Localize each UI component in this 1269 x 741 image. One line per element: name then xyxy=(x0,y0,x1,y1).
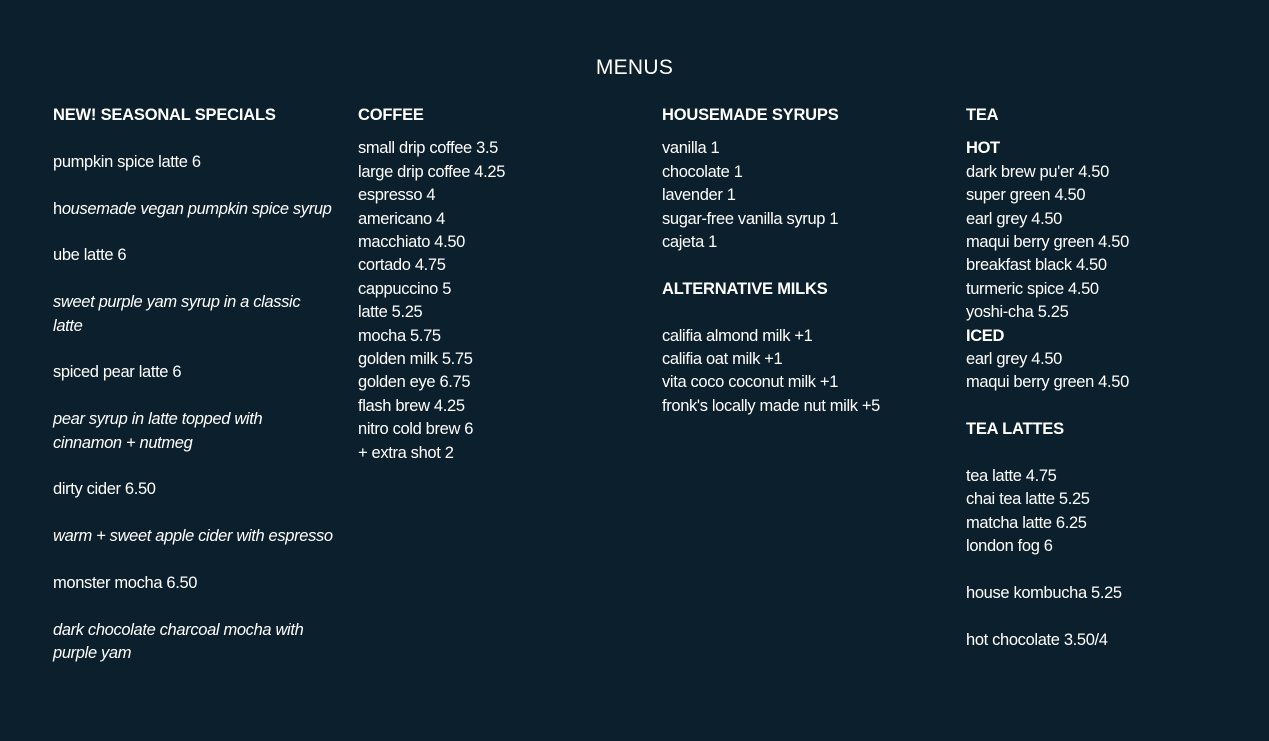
syrup-item: lavender 1 xyxy=(662,186,736,205)
milk-item: vita coco coconut milk +1 xyxy=(662,373,839,392)
coffee-item: latte 5.25 xyxy=(358,303,423,322)
coffee-item: espresso 4 xyxy=(358,186,436,205)
tea-iced-item: earl grey 4.50 xyxy=(966,350,1062,369)
hot-chocolate-item: hot chocolate 3.50/4 xyxy=(966,630,1108,649)
tea-hot-item: earl grey 4.50 xyxy=(966,209,1062,228)
tea-latte-item: chai tea latte 5.25 xyxy=(966,490,1090,509)
coffee-column: COFFEE small drip coffee 3.5 large drip … xyxy=(358,104,643,465)
syrup-item: cajeta 1 xyxy=(662,233,717,252)
tea-lattes-heading: TEA LATTES xyxy=(966,420,1064,439)
seasonal-item-description: pear syrup in latte topped with cinnamon… xyxy=(53,410,263,452)
coffee-item: cortado 4.75 xyxy=(358,256,446,275)
milk-item: fronk's locally made nut milk +5 xyxy=(662,396,881,415)
kombucha-item: house kombucha 5.25 xyxy=(966,584,1122,603)
milk-item: califia oat milk +1 xyxy=(662,350,783,369)
seasonal-specials-column: NEW! SEASONAL SPECIALS pumpkin spice lat… xyxy=(53,104,333,666)
seasonal-item-name: monster mocha 6.50 xyxy=(53,573,198,592)
tea-latte-item: matcha latte 6.25 xyxy=(966,513,1087,532)
tea-hot-item: breakfast black 4.50 xyxy=(966,256,1107,275)
syrups-heading: HOUSEMADE SYRUPS xyxy=(662,106,839,124)
tea-hot-item: turmeric spice 4.50 xyxy=(966,279,1099,298)
milks-heading: ALTERNATIVE MILKS xyxy=(662,279,828,298)
tea-hot-label: HOT xyxy=(966,139,1000,158)
seasonal-item-name: ube latte 6 xyxy=(53,246,127,265)
syrups-milks-column: HOUSEMADE SYRUPS vanilla 1 chocolate 1 l… xyxy=(662,104,947,418)
coffee-item: macchiato 4.50 xyxy=(358,233,465,252)
syrup-item: sugar-free vanilla syrup 1 xyxy=(662,209,839,228)
coffee-item: golden milk 5.75 xyxy=(358,350,473,369)
tea-hot-item: maqui berry green 4.50 xyxy=(966,233,1129,252)
seasonal-item-description: housemade vegan pumpkin spice syrup xyxy=(53,199,332,218)
coffee-item: large drip coffee 4.25 xyxy=(358,162,506,181)
coffee-item: mocha 5.75 xyxy=(358,326,441,345)
seasonal-item-name: dirty cider 6.50 xyxy=(53,480,156,499)
tea-iced-item: maqui berry green 4.50 xyxy=(966,373,1129,392)
milk-item: califia almond milk +1 xyxy=(662,326,813,345)
tea-heading: TEA xyxy=(966,106,999,124)
coffee-item: americano 4 xyxy=(358,209,445,228)
seasonal-item-description: dark chocolate charcoal mocha with purpl… xyxy=(53,620,304,663)
page-title: MENUS xyxy=(595,56,674,79)
syrup-item: chocolate 1 xyxy=(662,162,743,181)
coffee-heading: COFFEE xyxy=(358,106,424,124)
seasonal-item-name: pumpkin spice latte 6 xyxy=(53,152,201,171)
seasonal-item-description: warm + sweet apple cider with espresso xyxy=(53,527,333,546)
tea-hot-item: dark brew pu'er 4.50 xyxy=(966,162,1109,181)
coffee-item: small drip coffee 3.5 xyxy=(358,139,499,158)
coffee-item: + extra shot 2 xyxy=(358,443,454,462)
coffee-item: nitro cold brew 6 xyxy=(358,420,474,439)
seasonal-item-name: spiced pear latte 6 xyxy=(53,363,182,382)
tea-iced-label: ICED xyxy=(966,326,1005,345)
coffee-item: flash brew 4.25 xyxy=(358,396,465,415)
coffee-item: golden eye 6.75 xyxy=(358,373,471,392)
tea-latte-item: tea latte 4.75 xyxy=(966,467,1057,486)
tea-latte-item: london fog 6 xyxy=(966,537,1053,556)
tea-hot-item: yoshi-cha 5.25 xyxy=(966,303,1069,322)
syrup-item: vanilla 1 xyxy=(662,139,720,158)
coffee-item: cappuccino 5 xyxy=(358,279,452,298)
seasonal-item-description: sweet purple yam syrup in a classic latt… xyxy=(53,293,301,335)
seasonal-heading: NEW! SEASONAL SPECIALS xyxy=(53,106,276,124)
tea-hot-item: super green 4.50 xyxy=(966,186,1086,205)
menu-page: MENUS NEW! SEASONAL SPECIALS pumpkin spi… xyxy=(0,0,1269,741)
tea-column: TEA HOT dark brew pu'er 4.50 super green… xyxy=(966,104,1251,652)
